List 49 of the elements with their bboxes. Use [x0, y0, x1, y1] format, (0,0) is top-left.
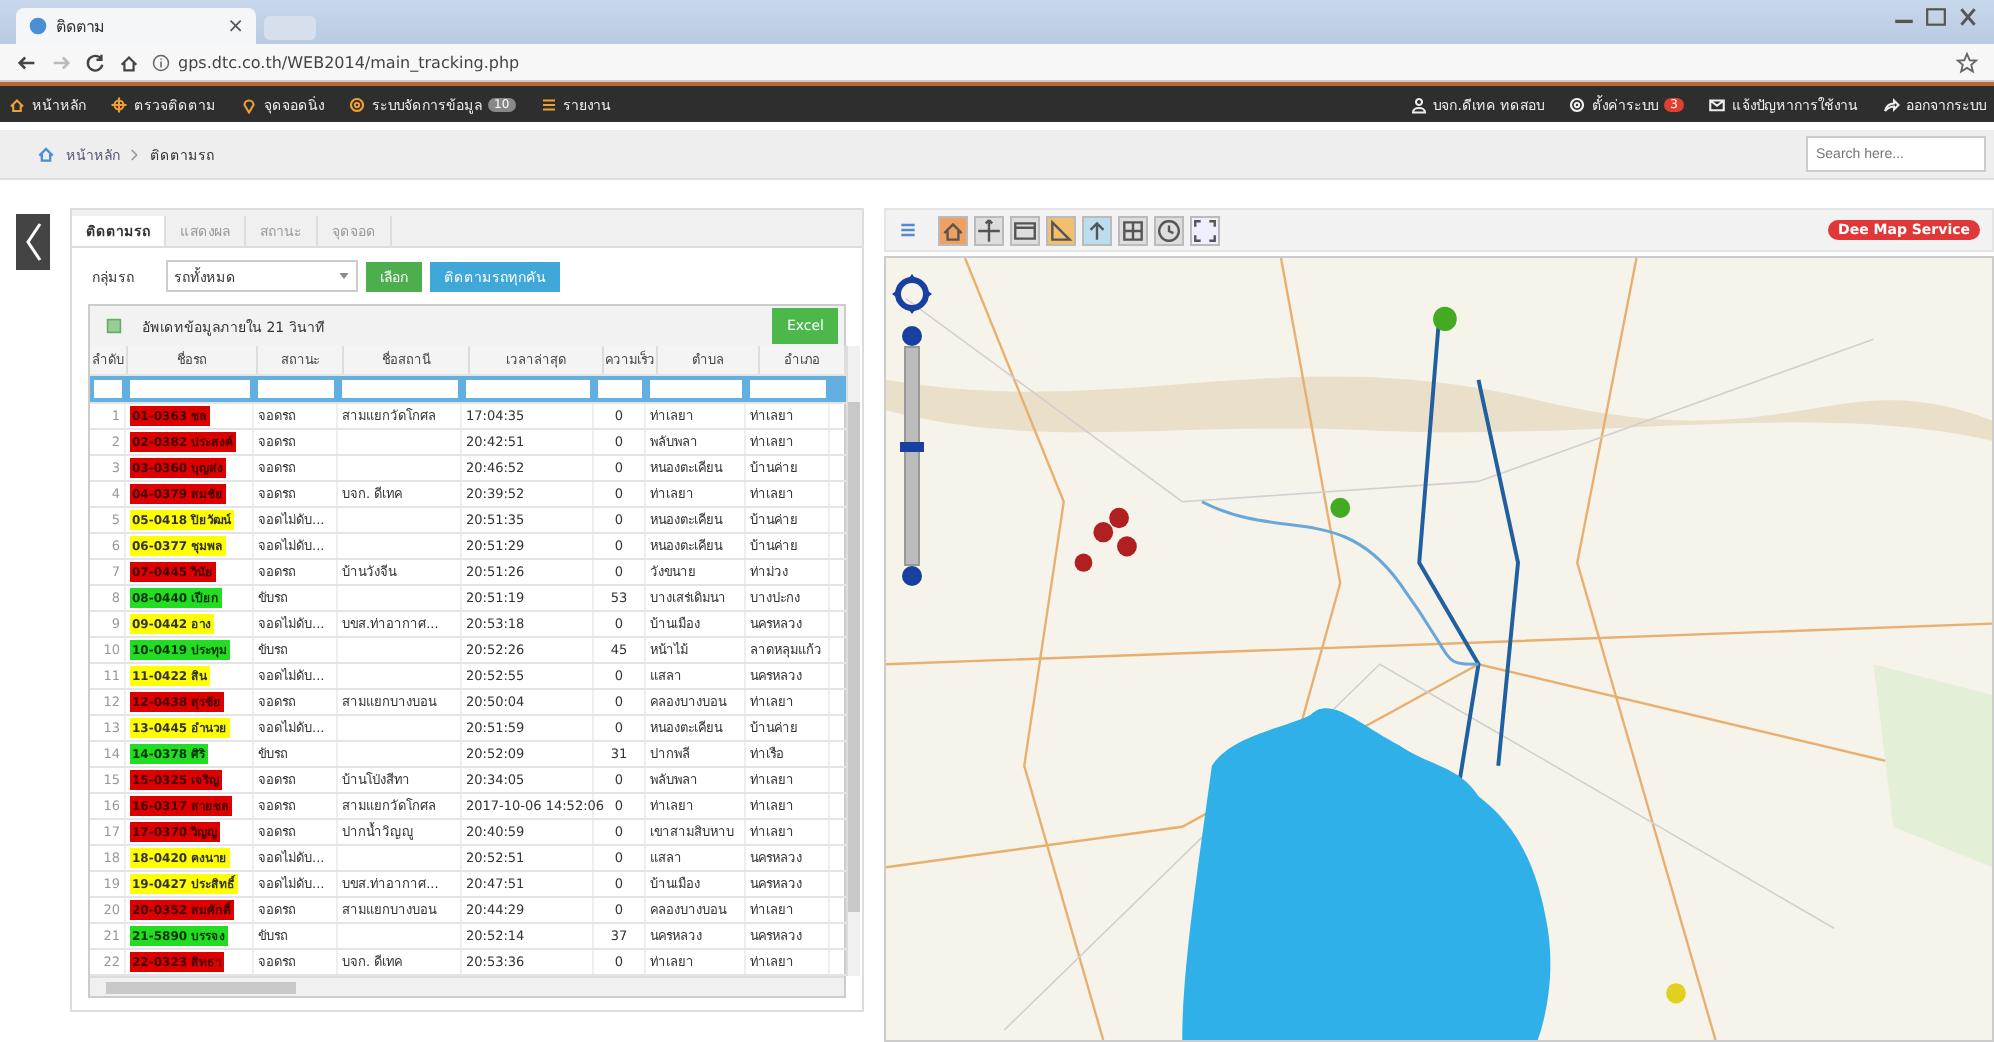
refresh-status-icon	[106, 318, 122, 334]
globe-icon	[28, 16, 48, 36]
window-icon[interactable]	[1010, 215, 1040, 245]
column-filter-field[interactable]	[342, 380, 458, 398]
back-arrow-icon[interactable]	[16, 51, 38, 73]
ruler-icon[interactable]	[1046, 215, 1076, 245]
fullscreen-icon[interactable]	[1190, 215, 1220, 245]
home-icon[interactable]	[938, 215, 968, 245]
menu-icon[interactable]	[898, 220, 918, 240]
mail-icon	[1708, 95, 1726, 113]
dropdown-arrow-icon	[338, 270, 350, 282]
pan-icon[interactable]	[974, 215, 1004, 245]
zoom-slider[interactable]	[904, 346, 920, 566]
grid-icon[interactable]	[1118, 215, 1148, 245]
pan-control-icon[interactable]	[892, 274, 932, 314]
horizontal-scrollbar[interactable]	[90, 976, 844, 996]
info-icon	[152, 53, 170, 71]
home-icon[interactable]	[118, 51, 140, 73]
column-filter-field[interactable]	[94, 380, 122, 398]
column-filter-field[interactable]	[258, 380, 334, 398]
gear-icon	[348, 95, 366, 113]
crosshair-icon	[110, 95, 128, 113]
reload-icon[interactable]	[84, 51, 106, 73]
column-filter-field[interactable]	[466, 380, 590, 398]
browser-tab[interactable]: ติดตาม ×	[16, 8, 256, 44]
list-icon	[539, 95, 558, 113]
chevron-right-icon	[130, 147, 140, 161]
collapse-panel-button[interactable]	[16, 214, 50, 270]
chevron-left-icon	[23, 222, 43, 262]
column-filter-field[interactable]	[750, 380, 826, 398]
maximize-icon[interactable]	[1922, 6, 1950, 28]
tab-close-button[interactable]: ×	[227, 15, 244, 37]
star-icon[interactable]	[1956, 51, 1978, 73]
column-filter-field[interactable]	[130, 380, 250, 398]
column-filter-field[interactable]	[598, 380, 642, 398]
home-icon	[36, 144, 56, 164]
user-icon	[1409, 95, 1428, 113]
upload-icon[interactable]	[1082, 215, 1112, 245]
pin-icon	[240, 95, 258, 113]
scrollbar-thumb[interactable]	[106, 981, 296, 993]
slider-thumb[interactable]	[900, 441, 924, 452]
column-filter-field[interactable]	[650, 380, 742, 398]
gear-icon	[1568, 95, 1587, 113]
vertical-scrollbar[interactable]	[846, 346, 860, 976]
tab-title: ติดตาม	[56, 15, 104, 39]
home-icon	[8, 95, 26, 113]
share-icon	[1882, 95, 1900, 113]
scrollbar-thumb[interactable]	[848, 402, 860, 912]
clock-icon[interactable]	[1154, 215, 1184, 245]
